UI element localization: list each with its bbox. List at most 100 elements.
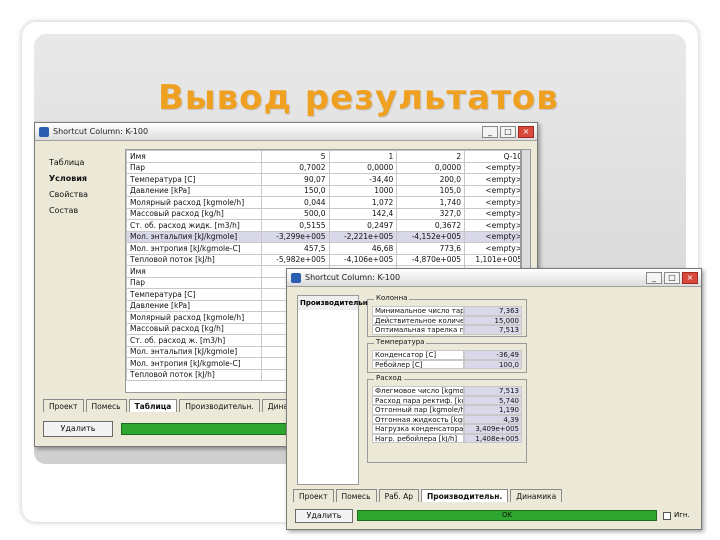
table-row[interactable]: Ст. об. расход жидк. [m3/h] 0,5155 0,2497 0… [126,219,520,232]
result-label: Нагрузка конденсатора [kJ/h] [372,424,464,434]
tab-4[interactable]: Динамика [510,489,563,502]
nav-item-2[interactable]: Свойства [45,187,120,203]
value-cell[interactable]: <empty> [464,242,520,255]
value-cell[interactable]: <empty> [464,161,520,174]
value-cell[interactable]: -2,221e+005 [328,230,398,243]
window-titlebar[interactable]: Shortcut Column: K-100 _ □ × [287,269,701,287]
row-label-cell: Мол. энтропия [kJ/kgmole-C] [126,357,262,370]
value-cell[interactable]: 773,6 [396,242,466,255]
tab-1[interactable]: Помесь [85,399,127,412]
tab-2[interactable]: Таблица [128,399,178,412]
value-cell[interactable]: 1000 [328,184,398,197]
value-cell[interactable]: <empty> [464,230,520,243]
value-cell[interactable]: 200,0 [396,173,466,186]
result-value[interactable]: -36,49 [464,350,522,360]
page-item-performance[interactable]: Производительн. [298,296,370,310]
tab-2[interactable]: Раб. Ар [378,489,419,502]
tab-3[interactable]: Производительн. [420,489,509,502]
result-label: Конденсатор [C] [372,350,464,360]
result-value[interactable]: 3,409e+005 [464,424,522,434]
result-row: Минимальное число тарелок7,363 [372,306,522,316]
value-cell[interactable]: 457,5 [260,242,330,255]
value-cell[interactable]: Q-10 [464,150,520,163]
value-cell[interactable]: 5 [260,150,330,163]
value-cell[interactable]: 1,740 [396,196,466,209]
value-cell[interactable]: 0,7002 [260,161,330,174]
tab-1[interactable]: Помесь [335,489,377,502]
result-value[interactable]: 1,408e+005 [464,433,522,443]
tab-0[interactable]: Проект [43,399,84,412]
value-cell[interactable]: -34,40 [328,173,398,186]
delete-button[interactable]: Удалить [295,509,353,523]
maximize-button[interactable]: □ [500,125,516,138]
result-value[interactable]: 4,39 [464,414,522,424]
table-row[interactable]: Массовый расход [kg/h] 500,0 142,4 327,0 <em… [126,207,520,220]
tab-3[interactable]: Производительн. [179,399,260,412]
value-cell[interactable]: <empty> [464,173,520,186]
shortcut-column-window-front[interactable]: Shortcut Column: K-100 _ □ × Производите… [286,268,702,530]
value-cell[interactable]: 0,3672 [396,219,466,232]
row-label-cell: Давление [kPa] [126,184,262,197]
table-row[interactable]: Мол. энтропия [kJ/kgmole-C] 457,5 46,68 773… [126,242,520,255]
value-cell[interactable]: 90,07 [260,173,330,186]
value-cell[interactable]: 1,101e+005 [464,253,520,266]
result-row: Ребойлер [C] 100,0 [372,359,522,369]
close-button[interactable]: × [682,271,698,284]
value-cell[interactable]: <empty> [464,219,520,232]
value-cell[interactable]: 0,044 [260,196,330,209]
value-cell[interactable]: 105,0 [396,184,466,197]
tab-0[interactable]: Проект [293,489,334,502]
value-cell[interactable]: 0,5155 [260,219,330,232]
nav-item-3[interactable]: Состав [45,203,120,219]
ignore-label: Игн. [674,511,690,519]
close-button[interactable]: × [518,125,534,138]
value-cell[interactable]: -4,106e+005 [328,253,398,266]
value-cell[interactable]: 1 [328,150,398,163]
nav-item-0[interactable]: Таблица [45,155,120,171]
table-row[interactable]: Мол. энтальпия [kJ/kgmole] -3,299e+005 -2,… [126,230,520,243]
table-row[interactable]: Имя 5 1 2 Q-10 [126,150,520,163]
table-row[interactable]: Давление [kPa] 150,0 1000 105,0 <empty> [126,184,520,197]
maximize-button[interactable]: □ [664,271,680,284]
value-cell[interactable]: 0,0000 [396,161,466,174]
value-cell[interactable]: <empty> [464,196,520,209]
minimize-button[interactable]: _ [482,125,498,138]
value-cell[interactable]: -4,152e+005 [396,230,466,243]
nav-item-1[interactable]: Условия [45,171,120,187]
value-cell[interactable]: 327,0 [396,207,466,220]
result-value[interactable]: 7,513 [464,386,522,396]
table-row[interactable]: Молярный расход [kgmole/h] 0,044 1,072 1,74… [126,196,520,209]
row-label-cell: Массовый расход [kg/h] [126,207,262,220]
row-label-cell: Температура [C] [126,288,262,301]
value-cell[interactable]: <empty> [464,207,520,220]
window-titlebar[interactable]: Shortcut Column: K-100 _ □ × [35,123,537,141]
result-value[interactable]: 7,513 [464,325,522,335]
value-cell[interactable]: 150,0 [260,184,330,197]
value-cell[interactable]: 0,0000 [328,161,398,174]
value-cell[interactable]: 142,4 [328,207,398,220]
result-value[interactable]: 5,740 [464,395,522,405]
row-label-cell: Мол. энтропия [kJ/kgmole-C] [126,242,262,255]
value-cell[interactable]: -3,299e+005 [260,230,330,243]
result-value[interactable]: 1,190 [464,405,522,415]
ignore-checkbox[interactable] [663,512,671,520]
value-cell[interactable]: -5,982e+005 [260,253,330,266]
result-value[interactable]: 7,363 [464,306,522,316]
table-row[interactable]: Пар 0,7002 0,0000 0,0000 <empty> [126,161,520,174]
result-value[interactable]: 100,0 [464,359,522,369]
page-list: Производительн. [297,295,370,485]
value-cell[interactable]: 1,072 [328,196,398,209]
value-cell[interactable]: 46,68 [328,242,398,255]
value-cell[interactable]: <empty> [464,184,520,197]
result-value[interactable]: 15,000 [464,315,522,325]
value-cell[interactable]: 2 [396,150,466,163]
result-label: Расход пара ректиф. [kgmole/h] [372,395,464,405]
value-cell[interactable]: -4,870e+005 [396,253,466,266]
table-row[interactable]: Температура [C] 90,07 -34,40 200,0 <empty> [126,173,520,186]
table-row[interactable]: Тепловой поток [kJ/h] -5,982e+005 -4,106e+… [126,253,520,266]
minimize-button[interactable]: _ [646,271,662,284]
value-cell[interactable]: 500,0 [260,207,330,220]
delete-button[interactable]: Удалить [43,421,113,437]
value-cell[interactable]: 0,2497 [328,219,398,232]
group-title: Температура [374,338,427,346]
